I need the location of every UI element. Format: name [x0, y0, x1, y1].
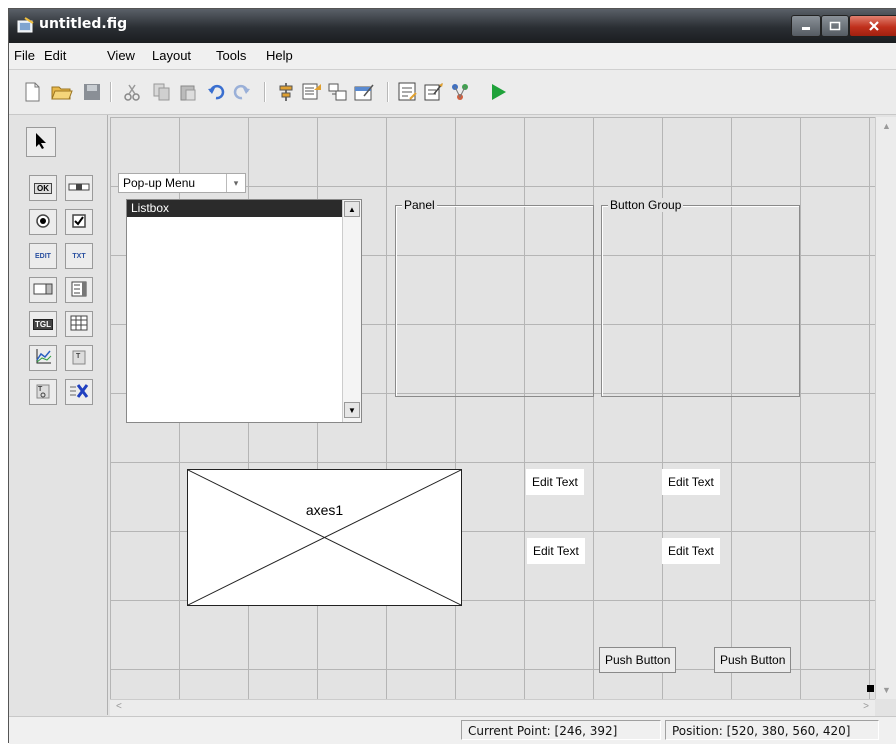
slider-icon	[68, 182, 90, 194]
scroll-left-icon[interactable]: <	[116, 701, 122, 712]
axes-cross	[188, 470, 461, 605]
menu-edit[interactable]: Edit	[44, 48, 66, 63]
checkbox-icon	[71, 213, 87, 231]
maximize-button[interactable]	[821, 15, 849, 37]
scroll-right-icon[interactable]: >	[863, 701, 869, 712]
edit-text-field[interactable]: Edit Text	[526, 469, 584, 495]
push-button[interactable]: Push Button	[599, 647, 677, 673]
layout-canvas[interactable]: Pop-up Menu ▾ Listbox ▲ ▼ Panel Button G…	[110, 117, 875, 699]
svg-text:T: T	[76, 353, 81, 360]
axes-icon	[34, 348, 52, 368]
static-text-tool[interactable]: TXT	[65, 243, 93, 269]
open-icon[interactable]	[51, 81, 73, 103]
static-text-icon: TXT	[72, 252, 86, 260]
position-readout: Position: [520, 380, 560, 420]	[665, 720, 879, 740]
toolbar-editor-icon[interactable]	[353, 81, 375, 103]
horizontal-scrollbar[interactable]: < >	[110, 699, 875, 716]
scroll-up-icon[interactable]: ▲	[882, 121, 891, 131]
select-tool[interactable]	[26, 127, 56, 157]
scroll-down-icon[interactable]: ▼	[344, 402, 360, 418]
save-icon[interactable]	[81, 81, 103, 103]
axes-placeholder[interactable]: axes1	[187, 469, 462, 606]
listbox-scrollbar[interactable]: ▲ ▼	[342, 200, 361, 422]
radio-button-icon	[35, 213, 51, 231]
panel-title: Panel	[402, 198, 437, 212]
resize-handle[interactable]	[867, 685, 874, 692]
current-point-readout: Current Point: [246, 392]	[461, 720, 661, 740]
run-icon[interactable]	[487, 81, 509, 103]
object-browser-icon[interactable]	[449, 81, 471, 103]
copy-icon[interactable]	[151, 81, 173, 103]
popup-menu[interactable]: Pop-up Menu ▾	[118, 173, 246, 193]
vertical-scrollbar[interactable]: ▲ ▼	[875, 117, 896, 699]
popup-menu-label: Pop-up Menu	[123, 176, 196, 190]
chevron-down-icon[interactable]: ▾	[226, 174, 245, 192]
arrow-icon	[34, 132, 48, 152]
listbox-item[interactable]: Listbox	[127, 200, 343, 217]
axes-label: axes1	[305, 502, 344, 518]
title-bar[interactable]: untitled.fig	[9, 9, 896, 43]
axes-tool[interactable]	[29, 345, 57, 371]
guide-window: untitled.fig File Edit View Layout Tools…	[8, 8, 896, 744]
button-group-tool[interactable]: T	[29, 379, 57, 405]
edit-text-field[interactable]: Edit Text	[527, 538, 585, 564]
menu-help[interactable]: Help	[266, 48, 293, 63]
radio-button-tool[interactable]	[29, 209, 57, 235]
mfile-editor-icon[interactable]	[397, 81, 419, 103]
toggle-button-tool[interactable]: TGL	[29, 311, 57, 337]
panel-tool[interactable]: T	[65, 345, 93, 371]
status-bar: Current Point: [246, 392] Position: [520…	[9, 716, 896, 744]
align-icon[interactable]	[275, 81, 297, 103]
push-button-tool[interactable]: OK	[29, 175, 57, 201]
scroll-up-icon[interactable]: ▲	[344, 201, 360, 217]
table-tool[interactable]	[65, 311, 93, 337]
close-button[interactable]	[849, 15, 896, 37]
panel[interactable]: Panel	[395, 198, 594, 397]
menu-layout[interactable]: Layout	[152, 48, 191, 63]
property-inspector-icon[interactable]	[423, 81, 445, 103]
edit-text-tool[interactable]: EDIT	[29, 243, 57, 269]
button-group[interactable]: Button Group	[601, 198, 800, 397]
menu-tools[interactable]: Tools	[216, 48, 246, 63]
push-button-icon: OK	[34, 182, 52, 194]
button-group-icon: T	[35, 382, 51, 402]
push-button[interactable]: Push Button	[714, 647, 792, 673]
menu-file[interactable]: File	[14, 48, 35, 63]
figure-app-icon	[17, 17, 35, 36]
edit-text-field[interactable]: Edit Text	[662, 538, 720, 564]
menu-bar: File Edit View Layout Tools Help	[9, 43, 896, 70]
edit-text-icon: EDIT	[35, 252, 51, 260]
slider-tool[interactable]	[65, 175, 93, 201]
button-group-title: Button Group	[608, 198, 684, 212]
window-title: untitled.fig	[39, 16, 128, 32]
paste-icon[interactable]	[177, 81, 199, 103]
table-icon	[70, 315, 88, 333]
listbox[interactable]: Listbox ▲ ▼	[126, 199, 362, 423]
redo-icon[interactable]	[231, 81, 253, 103]
checkbox-tool[interactable]	[65, 209, 93, 235]
listbox-tool[interactable]	[65, 277, 93, 303]
menu-view[interactable]: View	[107, 48, 135, 63]
scroll-down-icon[interactable]: ▼	[882, 685, 891, 695]
popup-menu-icon	[33, 283, 53, 297]
minimize-button[interactable]	[791, 15, 821, 37]
toolbar	[9, 70, 896, 115]
popup-menu-tool[interactable]	[29, 277, 57, 303]
listbox-icon	[71, 281, 87, 299]
activex-icon	[69, 383, 89, 401]
activex-tool[interactable]	[65, 379, 93, 405]
component-palette: OK EDIT TXT TGL T T	[9, 115, 108, 715]
cut-icon[interactable]	[121, 81, 143, 103]
tab-order-icon[interactable]	[327, 81, 349, 103]
svg-text:T: T	[38, 386, 43, 393]
panel-icon: T	[71, 348, 87, 368]
toggle-button-icon: TGL	[33, 318, 53, 330]
edit-text-field[interactable]: Edit Text	[662, 469, 720, 495]
menu-editor-icon[interactable]	[301, 81, 323, 103]
new-icon[interactable]	[21, 81, 43, 103]
undo-icon[interactable]	[205, 81, 227, 103]
